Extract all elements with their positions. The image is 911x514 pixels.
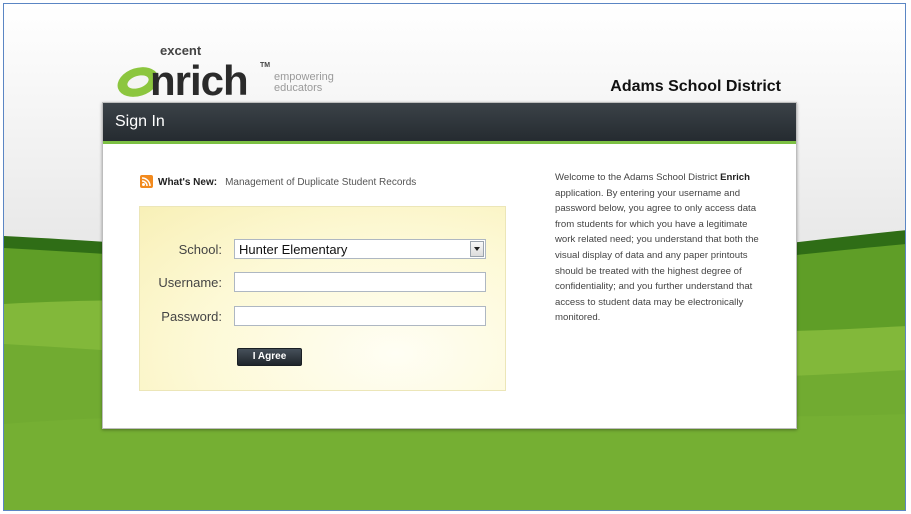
rss-icon <box>140 175 153 188</box>
logo-tagline: empowering educators <box>274 72 334 94</box>
logo-prefix: excent <box>160 43 202 58</box>
whats-new-link[interactable]: Management of Duplicate Student Records <box>225 177 416 188</box>
login-form: School: Hunter Elementary Username: Pass… <box>139 206 506 391</box>
enrich-logo: excent nrich TM empowering educators <box>114 40 374 106</box>
sign-in-panel: Sign In What's New: Management of Duplica… <box>102 102 797 429</box>
browser-frame: excent nrich TM empowering educators Ada… <box>3 3 906 511</box>
panel-title: Sign In <box>103 103 796 144</box>
notice-part2: application. By entering your username a… <box>555 187 759 324</box>
logo-tagline-line2: educators <box>274 82 323 94</box>
username-input[interactable] <box>234 272 486 292</box>
school-label: School: <box>178 242 222 257</box>
agree-button[interactable]: I Agree <box>237 348 302 366</box>
notice-part1: Welcome to the Adams School District <box>555 172 721 183</box>
school-row: School: Hunter Elementary <box>140 239 507 261</box>
school-select-value: Hunter Elementary <box>239 242 348 257</box>
password-input[interactable] <box>234 306 486 326</box>
password-label: Password: <box>161 309 222 324</box>
logo-wordmark: nrich <box>150 57 248 104</box>
usage-notice: Welcome to the Adams School District Enr… <box>555 170 765 326</box>
district-name: Adams School District <box>610 78 781 95</box>
username-row: Username: <box>140 272 507 294</box>
whats-new-label: What's New: <box>158 177 218 188</box>
logo-trademark: TM <box>260 62 270 69</box>
password-row: Password: <box>140 306 507 328</box>
notice-app-name: Enrich <box>720 172 750 183</box>
username-label: Username: <box>158 275 222 290</box>
school-select[interactable]: Hunter Elementary <box>234 239 486 259</box>
chevron-down-icon[interactable] <box>470 241 484 257</box>
whats-new-bar: What's New: Management of Duplicate Stude… <box>140 175 416 188</box>
